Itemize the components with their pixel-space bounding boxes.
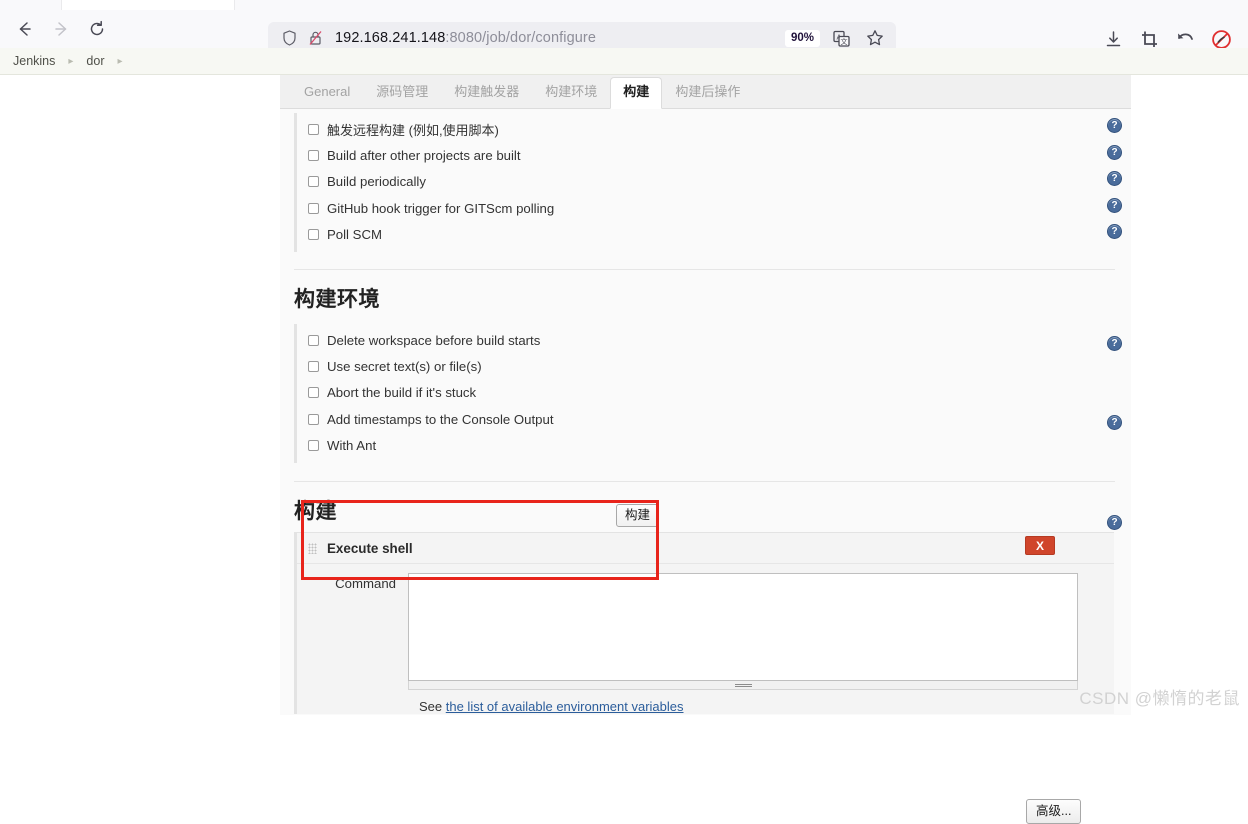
breadcrumb-item-dor[interactable]: dor xyxy=(86,54,104,68)
checkbox-trigger-periodically[interactable] xyxy=(308,176,319,188)
help-icon-trigger-remote[interactable]: ? xyxy=(1107,118,1122,133)
section-title-build: 构建 xyxy=(294,499,337,523)
add-build-step-button-wrap: 构建 xyxy=(616,504,660,527)
trigger-label-remote: 触发远程构建 (例如,使用脚本) xyxy=(327,122,499,138)
env-row-delete-workspace[interactable]: Delete workspace before build starts xyxy=(297,327,1131,353)
shield-icon[interactable] xyxy=(282,30,297,46)
breadcrumb: Jenkins ▸ dor ▸ xyxy=(0,48,1248,75)
trigger-row-github-hook[interactable]: GitHub hook trigger for GITScm polling xyxy=(297,195,1131,221)
env-row-timestamps[interactable]: Add timestamps to the Console Output xyxy=(297,406,1131,432)
help-icon-env-with-ant[interactable]: ? xyxy=(1107,415,1122,430)
build-triggers-group: 触发远程构建 (例如,使用脚本) Build after other proje… xyxy=(294,113,1131,252)
checkbox-trigger-remote[interactable] xyxy=(308,123,319,135)
advanced-button-wrap: 高级... xyxy=(1026,799,1082,824)
reload-button[interactable] xyxy=(82,14,112,44)
breadcrumb-separator-icon-2: ▸ xyxy=(117,55,123,67)
lock-crossed-icon[interactable] xyxy=(308,30,323,46)
trigger-row-after-other-projects[interactable]: Build after other projects are built xyxy=(297,142,1131,168)
env-label-delete-workspace: Delete workspace before build starts xyxy=(327,332,541,348)
browser-tab-strip xyxy=(0,0,1248,10)
trigger-label-after-other-projects: Build after other projects are built xyxy=(327,148,521,164)
checkbox-env-delete-workspace[interactable] xyxy=(308,334,319,346)
env-row-use-secret[interactable]: Use secret text(s) or file(s) xyxy=(297,353,1131,379)
watermark: CSDN @懒惰的老鼠 xyxy=(1079,689,1240,708)
browser-tab[interactable] xyxy=(62,0,234,10)
breadcrumb-separator-icon: ▸ xyxy=(68,55,74,67)
trigger-row-remote[interactable]: 触发远程构建 (例如,使用脚本) xyxy=(297,116,1131,142)
checkbox-trigger-github-hook[interactable] xyxy=(308,202,319,214)
trigger-label-periodically: Build periodically xyxy=(327,174,426,190)
env-row-abort-stuck[interactable]: Abort the build if it's stuck xyxy=(297,380,1131,406)
reload-icon xyxy=(90,20,104,36)
checkbox-env-timestamps[interactable] xyxy=(308,413,319,425)
help-icon-execute-shell[interactable]: ? xyxy=(1107,515,1122,530)
help-icon-trigger-periodically[interactable]: ? xyxy=(1107,171,1122,186)
url-path: :8080/job/dor/configure xyxy=(445,30,596,46)
command-textarea[interactable] xyxy=(408,573,1078,681)
drag-handle-icon[interactable] xyxy=(308,542,317,554)
command-label: Command xyxy=(335,576,396,591)
tab-source-code-management[interactable]: 源码管理 xyxy=(363,77,441,108)
trigger-row-poll-scm[interactable]: Poll SCM xyxy=(297,222,1131,248)
tab-build-environment[interactable]: 构建环境 xyxy=(532,77,610,108)
checkbox-env-with-ant[interactable] xyxy=(308,440,319,452)
checkbox-env-use-secret[interactable] xyxy=(308,361,319,373)
url-host: 192.168.241.148 xyxy=(335,30,446,46)
back-button[interactable] xyxy=(10,14,40,44)
help-icon-env-use-secret[interactable]: ? xyxy=(1107,336,1122,351)
tab-build-triggers[interactable]: 构建触发器 xyxy=(441,77,532,108)
config-tab-bar: General 源码管理 构建触发器 构建环境 构建 构建后操作 xyxy=(280,75,1131,109)
add-build-step-button[interactable]: 构建 xyxy=(616,504,660,527)
env-note-prefix: See xyxy=(419,699,446,714)
env-label-abort-stuck: Abort the build if it's stuck xyxy=(327,385,477,401)
textarea-resize-handle[interactable] xyxy=(408,681,1078,690)
builder-header: Execute shell X xyxy=(297,533,1114,564)
arrow-right-icon xyxy=(55,22,67,36)
environment-variables-link[interactable]: the list of available environment variab… xyxy=(446,699,684,714)
breadcrumb-item-jenkins[interactable]: Jenkins xyxy=(13,54,55,68)
sidebar-empty-area xyxy=(0,75,280,715)
build-environment-group: Delete workspace before build starts Use… xyxy=(294,323,1131,463)
delete-builder-button[interactable]: X xyxy=(1025,536,1055,555)
checkbox-trigger-poll-scm[interactable] xyxy=(308,229,319,241)
trigger-label-poll-scm: Poll SCM xyxy=(327,227,382,243)
tab-general[interactable]: General xyxy=(291,77,363,108)
environment-variables-note: See the list of available environment va… xyxy=(297,690,1114,714)
env-row-with-ant[interactable]: With Ant xyxy=(297,433,1131,459)
env-label-timestamps: Add timestamps to the Console Output xyxy=(327,411,554,427)
env-label-use-secret: Use secret text(s) or file(s) xyxy=(327,359,482,375)
arrow-left-icon xyxy=(19,22,31,36)
config-form-body: 触发远程构建 (例如,使用脚本) Build after other proje… xyxy=(280,109,1131,824)
job-configure-form: General 源码管理 构建触发器 构建环境 构建 构建后操作 触发远程构建 … xyxy=(280,75,1131,824)
help-icon-trigger-github-hook[interactable]: ? xyxy=(1107,198,1122,213)
checkbox-env-abort-stuck[interactable] xyxy=(308,387,319,399)
trigger-label-github-hook: GitHub hook trigger for GITScm polling xyxy=(327,200,555,216)
builder-execute-shell: Execute shell X Command See the list of … xyxy=(294,532,1114,714)
url-text[interactable]: 192.168.241.148:8080/job/dor/configure xyxy=(335,30,596,46)
tab-build[interactable]: 构建 xyxy=(610,77,663,109)
advanced-button[interactable]: 高级... xyxy=(1026,799,1082,824)
checkbox-trigger-after-other-projects[interactable] xyxy=(308,150,319,162)
svg-text:文: 文 xyxy=(840,37,847,46)
env-label-with-ant: With Ant xyxy=(327,438,377,454)
tab-post-build-actions[interactable]: 构建后操作 xyxy=(662,77,753,108)
help-icon-trigger-after-other-projects[interactable]: ? xyxy=(1107,145,1122,160)
help-icon-trigger-poll-scm[interactable]: ? xyxy=(1107,224,1122,239)
trigger-row-periodically[interactable]: Build periodically xyxy=(297,169,1131,195)
builder-name: Execute shell xyxy=(327,540,413,556)
command-field-row: Command xyxy=(297,564,1114,690)
browser-toolbar: 192.168.241.148:8080/job/dor/configure 9… xyxy=(0,10,1248,54)
forward-button[interactable] xyxy=(46,14,76,44)
section-title-build-environment: 构建环境 xyxy=(294,287,380,311)
zoom-level-badge[interactable]: 90% xyxy=(784,29,820,47)
